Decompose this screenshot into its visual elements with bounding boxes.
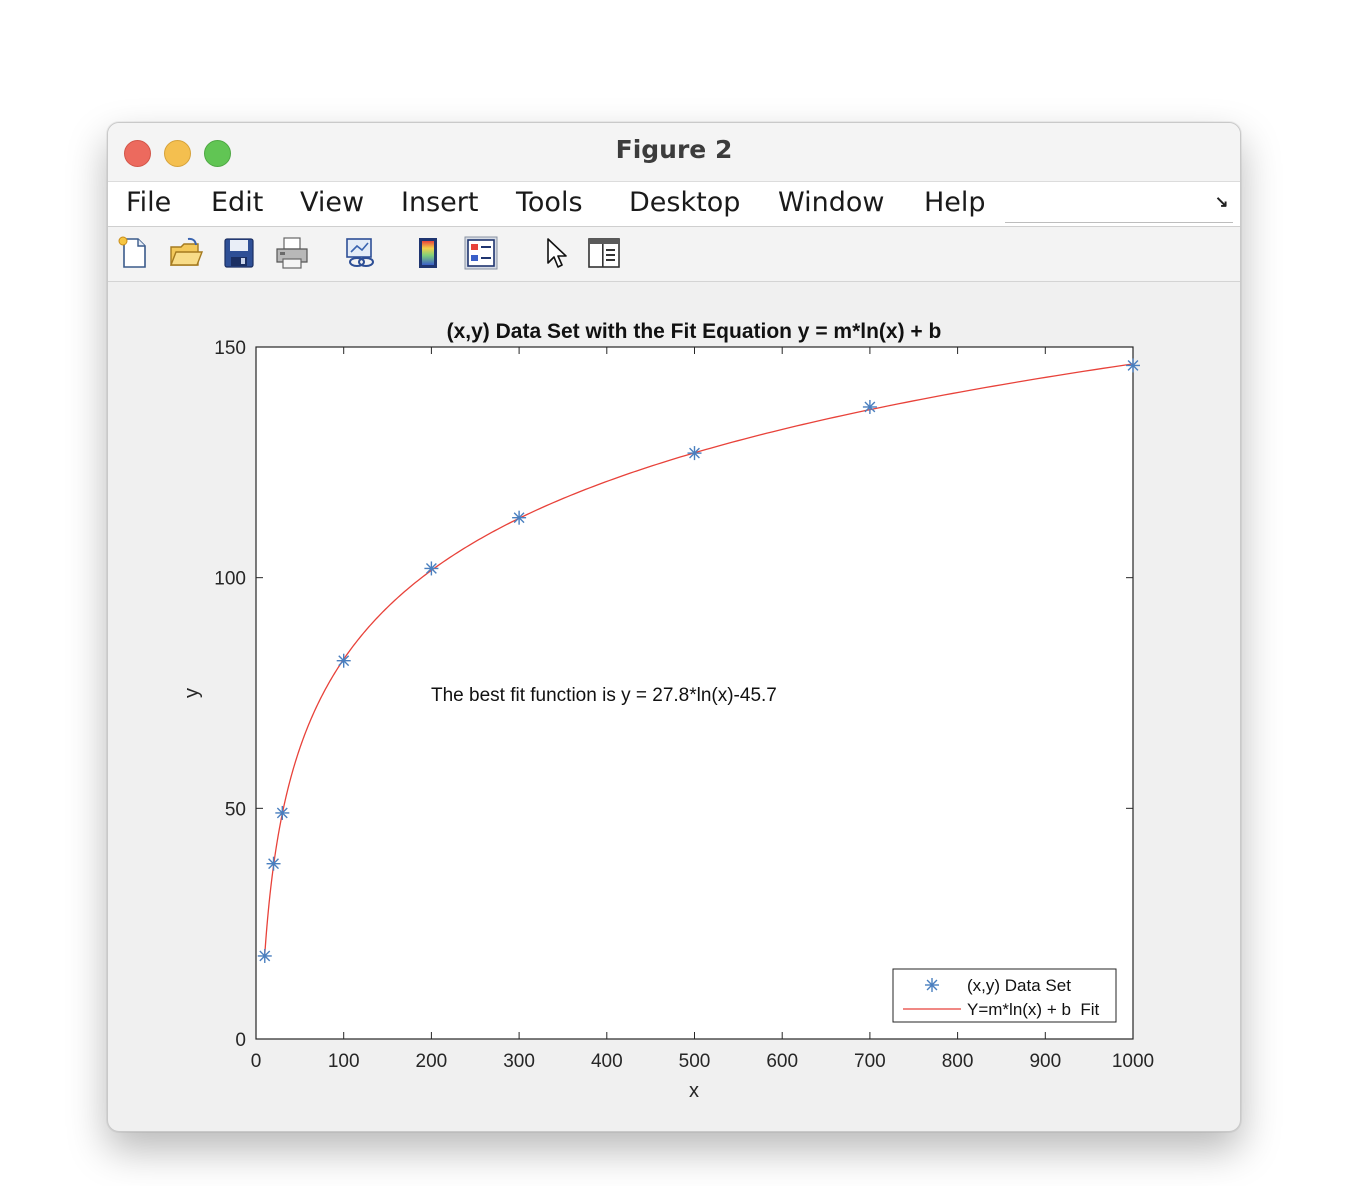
legend-entry-fit: Y=m*ln(x) + b Fit <box>967 1000 1100 1019</box>
x-tick-label: 500 <box>679 1051 711 1072</box>
x-tick-label: 0 <box>251 1051 262 1072</box>
data-point-marker <box>257 948 272 963</box>
figure-window: Figure 2 File Edit View Insert Tools Des… <box>107 122 1241 1132</box>
data-point-marker <box>336 653 351 668</box>
legend-entry-data-set: (x,y) Data Set <box>967 976 1071 995</box>
x-tick-label: 300 <box>503 1051 535 1072</box>
data-point-marker <box>424 561 439 576</box>
data-point-marker <box>687 446 702 461</box>
y-tick-label: 100 <box>214 569 246 590</box>
x-tick-label: 400 <box>591 1051 623 1072</box>
y-tick-label: 50 <box>225 799 246 820</box>
data-point-marker <box>266 856 281 871</box>
x-tick-label: 700 <box>854 1051 886 1072</box>
legend-marker-icon <box>925 978 939 992</box>
legend-asterisk-marker <box>925 978 939 992</box>
y-tick-label: 150 <box>214 338 246 359</box>
chart-title: (x,y) Data Set with the Fit Equation y =… <box>447 320 942 343</box>
x-tick-label: 900 <box>1029 1051 1061 1072</box>
y-tick-label: 0 <box>235 1030 246 1051</box>
data-point-marker <box>275 805 290 820</box>
y-axis-label: y <box>181 688 203 698</box>
data-point-marker <box>512 510 527 525</box>
data-point-marker <box>862 399 877 414</box>
fit-annotation: The best fit function is y = 27.8*ln(x)-… <box>431 685 777 706</box>
x-tick-label: 200 <box>416 1051 448 1072</box>
x-tick-label: 800 <box>942 1051 974 1072</box>
figure-canvas: 0 100 200 300 400 500 600 700 800 900 1000 0 50 100 15… <box>181 320 1154 1102</box>
x-axis-label: x <box>689 1080 699 1102</box>
legend[interactable]: (x,y) Data Set Y=m*ln(x) + b Fit <box>892 968 1117 1023</box>
x-tick-label: 600 <box>766 1051 798 1072</box>
x-tick-label: 100 <box>328 1051 360 1072</box>
x-tick-label: 1000 <box>1112 1051 1154 1072</box>
data-point-marker <box>1126 358 1140 373</box>
